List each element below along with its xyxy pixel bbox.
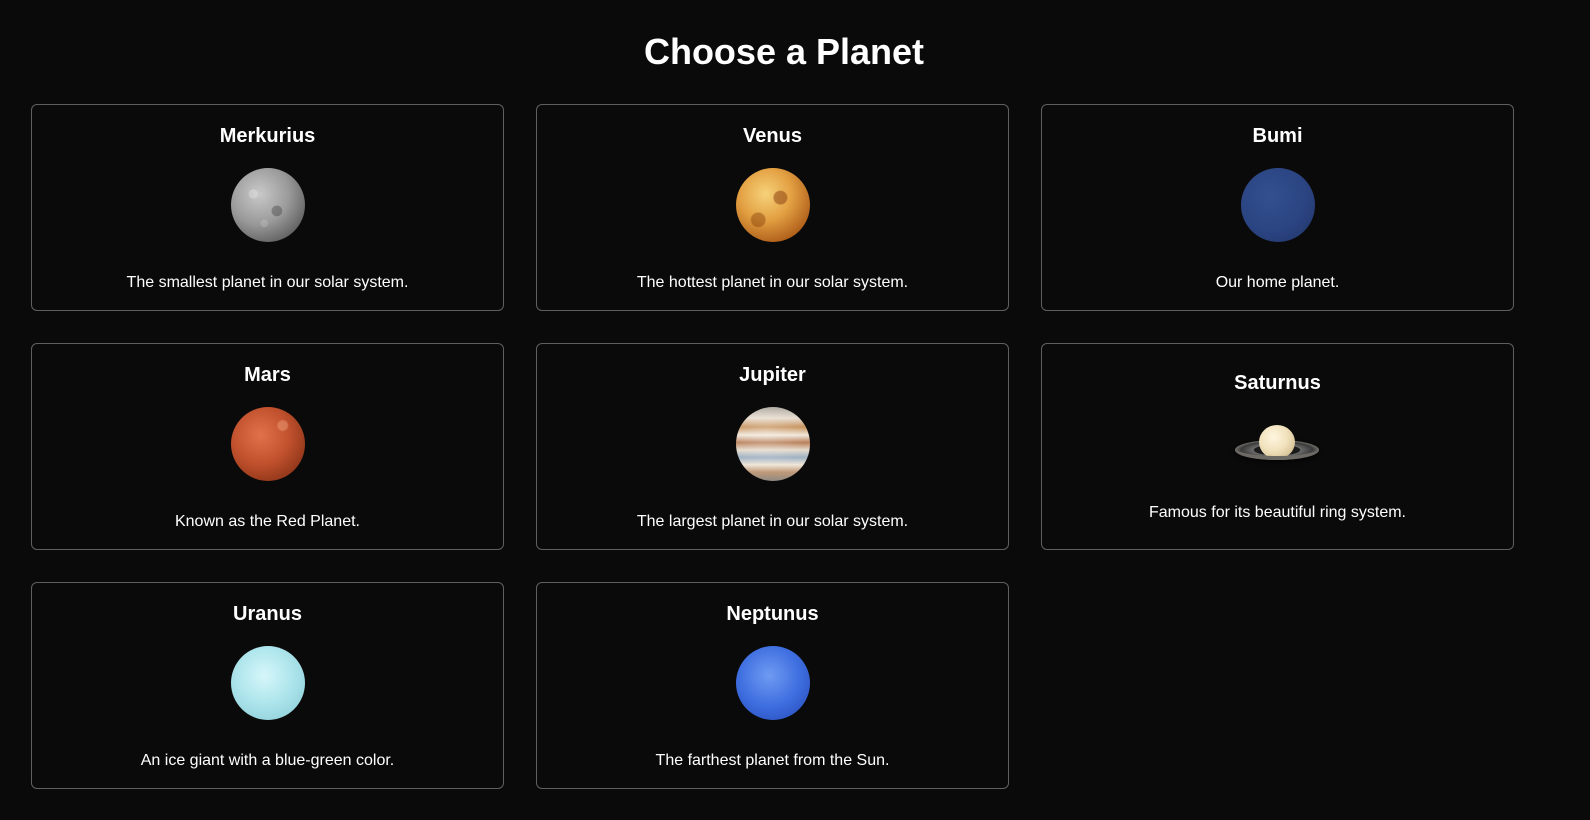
planet-card-mars[interactable]: Mars Known as the Red Planet. xyxy=(31,343,504,550)
mars-image xyxy=(230,407,305,481)
planet-name: Bumi xyxy=(1252,125,1303,147)
mercury-image xyxy=(230,168,305,242)
planet-description: Known as the Red Planet. xyxy=(174,513,360,530)
saturn-ring-front xyxy=(1234,448,1319,460)
planet-name: Jupiter xyxy=(739,364,806,386)
planet-name: Merkurius xyxy=(219,125,316,147)
planet-description: The farthest planet from the Sun. xyxy=(655,752,890,769)
planet-card-jupiter[interactable]: Jupiter The largest planet in our solar … xyxy=(536,343,1009,550)
planet-name: Mars xyxy=(244,364,291,386)
planet-grid: Merkurius The smallest planet in our sol… xyxy=(31,104,1514,789)
page-title: Choose a Planet xyxy=(643,31,925,72)
venus-image xyxy=(735,168,810,242)
planet-card-merkurius[interactable]: Merkurius The smallest planet in our sol… xyxy=(31,104,504,311)
planet-name: Uranus xyxy=(233,603,302,625)
planet-description: Famous for its beautiful ring system. xyxy=(1149,504,1406,521)
saturn-image xyxy=(1233,418,1323,468)
jupiter-image xyxy=(735,407,810,481)
neptune-image xyxy=(735,646,810,720)
planet-name: Venus xyxy=(743,125,802,147)
planet-description: An ice giant with a blue-green color. xyxy=(140,752,395,769)
planet-description: The smallest planet in our solar system. xyxy=(126,274,409,291)
planet-card-neptunus[interactable]: Neptunus The farthest planet from the Su… xyxy=(536,582,1009,789)
planet-name: Saturnus xyxy=(1234,372,1321,394)
planet-description: The hottest planet in our solar system. xyxy=(636,274,909,291)
earth-image xyxy=(1240,168,1315,242)
planet-card-saturnus[interactable]: Saturnus Famous for its beautiful ring s… xyxy=(1041,343,1514,550)
planet-card-uranus[interactable]: Uranus An ice giant with a blue-green co… xyxy=(31,582,504,789)
planet-description: Our home planet. xyxy=(1215,274,1340,291)
planet-card-bumi[interactable]: Bumi Our home planet. xyxy=(1041,104,1514,311)
planet-description: The largest planet in our solar system. xyxy=(636,513,909,530)
uranus-image xyxy=(230,646,305,720)
planet-card-venus[interactable]: Venus The hottest planet in our solar sy… xyxy=(536,104,1009,311)
planet-name: Neptunus xyxy=(726,603,819,625)
